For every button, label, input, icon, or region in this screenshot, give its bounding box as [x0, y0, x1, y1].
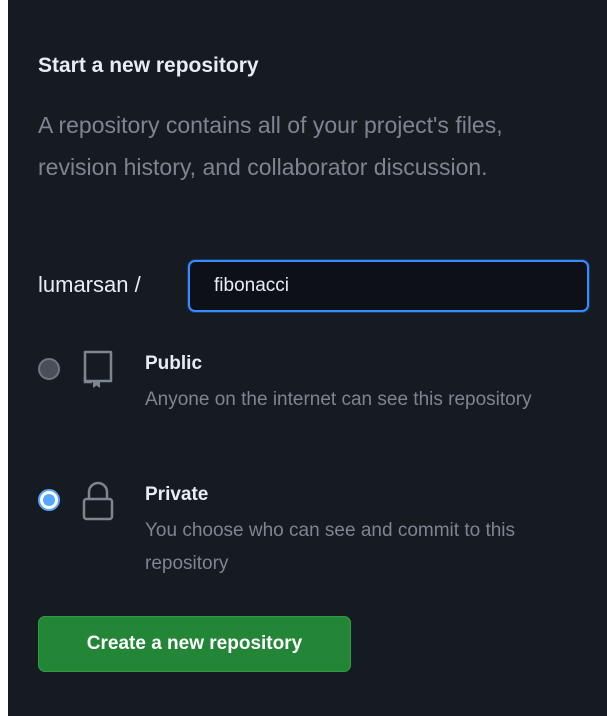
private-radio[interactable] [38, 489, 60, 511]
repository-name-row: lumarsan / [38, 260, 607, 314]
visibility-option-private[interactable]: Private You choose who can see and commi… [38, 481, 598, 584]
panel-description: A repository contains all of your projec… [38, 112, 503, 180]
private-option-label: Private [145, 484, 209, 505]
panel-title: Start a new repository [38, 54, 259, 77]
new-repository-panel: Start a new repository A repository cont… [8, 0, 607, 716]
repo-icon [78, 349, 118, 393]
public-radio[interactable] [38, 358, 60, 380]
private-option-description: You choose who can see and commit to thi… [145, 520, 516, 574]
public-option-description: Anyone on the internet can see this repo… [145, 389, 532, 410]
create-repository-button[interactable]: Create a new repository [38, 616, 351, 672]
lock-icon [78, 480, 118, 524]
repository-name-input[interactable] [188, 260, 589, 312]
owner-label[interactable]: lumarsan / [38, 272, 141, 298]
public-option-label: Public [145, 353, 203, 374]
visibility-option-public[interactable]: Public Anyone on the internet can see th… [38, 350, 598, 453]
